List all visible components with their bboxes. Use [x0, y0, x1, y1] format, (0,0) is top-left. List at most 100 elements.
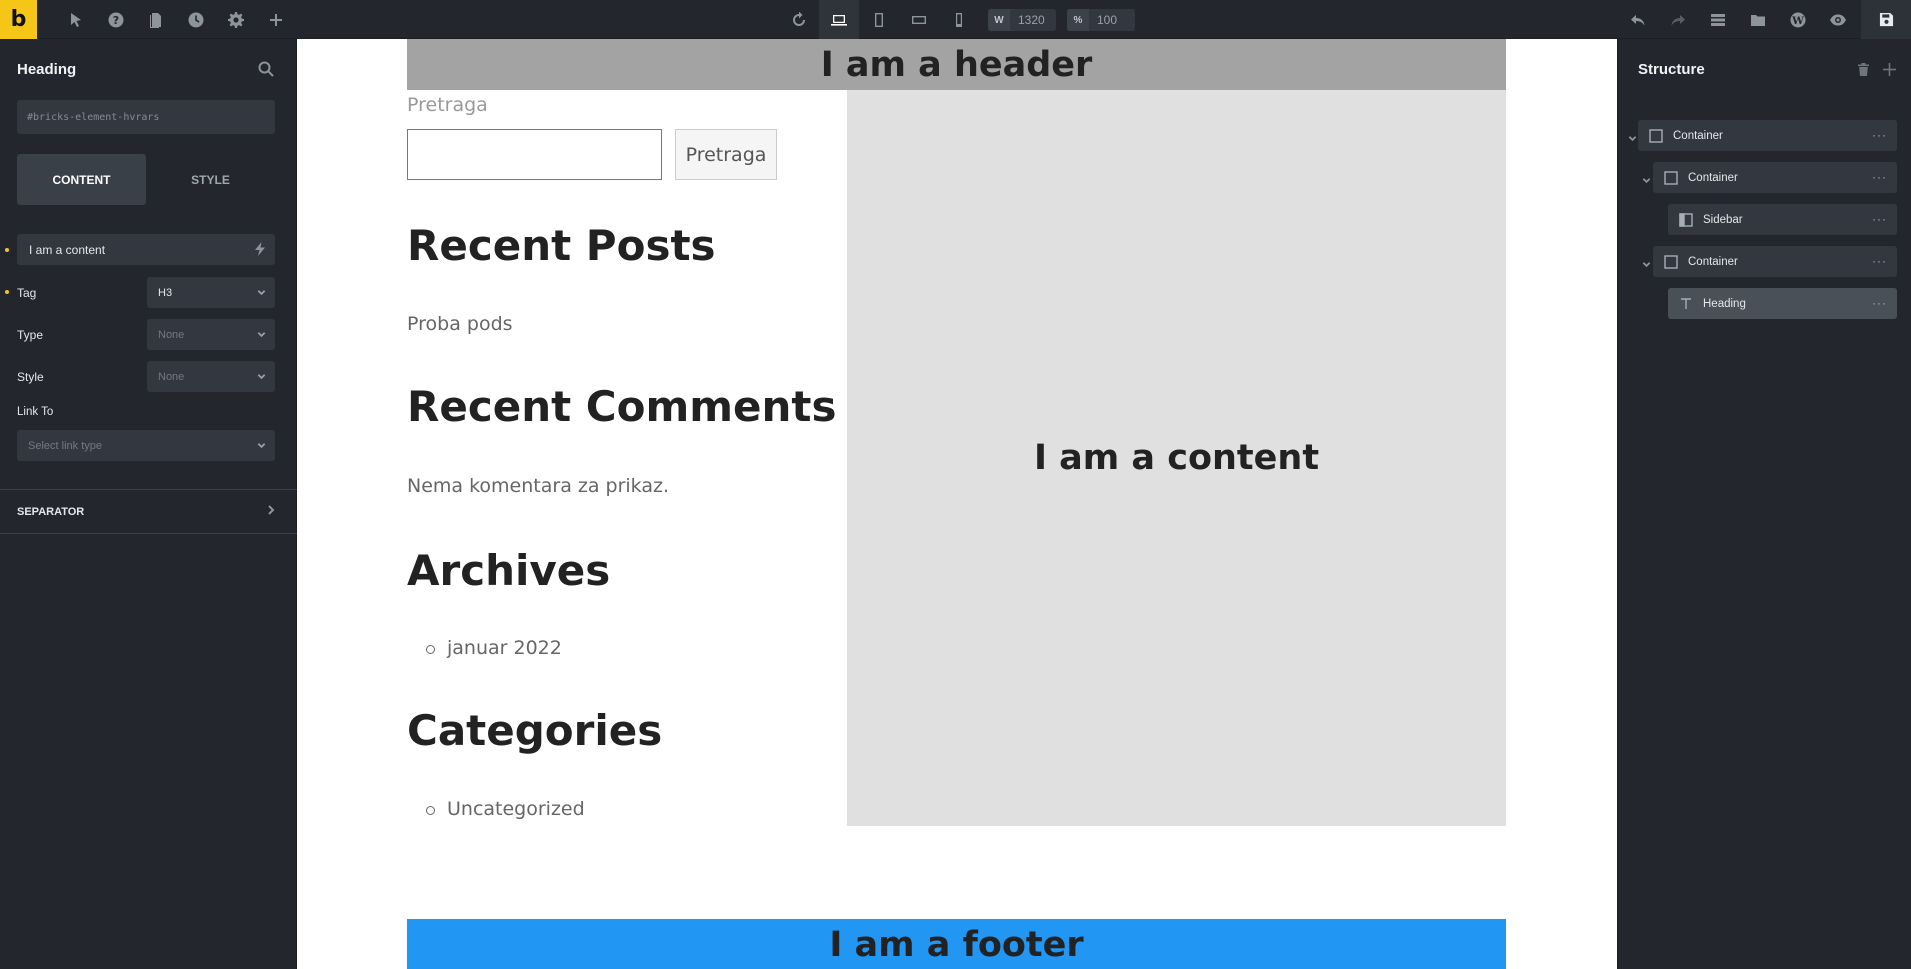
wordpress-icon[interactable]: W: [1778, 0, 1818, 39]
container-icon: [1664, 254, 1678, 269]
structure-node-heading[interactable]: Heading ···: [1668, 288, 1897, 319]
archive-link[interactable]: januar 2022: [447, 637, 562, 659]
element-id-field[interactable]: #bricks-element-hvrars: [17, 100, 275, 134]
list-bullet: [426, 806, 435, 815]
element-settings-panel: Heading #bricks-element-hvrars CONTENT S…: [0, 39, 297, 969]
type-select[interactable]: None: [147, 319, 275, 350]
page-footer[interactable]: I am a footer: [407, 919, 1506, 969]
link-to-label: Link To: [17, 406, 54, 418]
dynamic-data-icon[interactable]: [254, 242, 266, 259]
history-icon[interactable]: [176, 0, 216, 39]
undo-icon[interactable]: [1618, 0, 1658, 39]
tab-style[interactable]: STYLE: [146, 154, 275, 205]
save-icon: [1879, 12, 1893, 27]
recent-comments-text: Nema komentara za prikaz.: [407, 475, 670, 497]
structure-node-label: Container: [1688, 255, 1738, 268]
tab-content[interactable]: CONTENT: [17, 154, 146, 205]
canvas-zoom-field[interactable]: % 100: [1067, 9, 1135, 31]
settings-gear-icon[interactable]: [216, 0, 256, 39]
more-options-icon[interactable]: ···: [1872, 296, 1887, 310]
categories-title: Categories: [407, 706, 663, 755]
svg-text:W: W: [1791, 14, 1804, 26]
recent-posts-title: Recent Posts: [407, 221, 716, 270]
structure-node-label: Sidebar: [1703, 213, 1743, 226]
category-link[interactable]: Uncategorized: [447, 798, 585, 820]
content-heading[interactable]: I am a content: [847, 90, 1506, 826]
bricks-logo[interactable]: b: [0, 0, 37, 39]
top-toolbar: b ? W 1320 % 100 W: [0, 0, 1911, 39]
mobile-icon[interactable]: [939, 0, 979, 39]
search-icon[interactable]: [258, 61, 274, 82]
zoom-tag: %: [1067, 9, 1089, 31]
canvas-width-field[interactable]: W 1320: [988, 9, 1056, 31]
chevron-down-icon: [257, 330, 266, 342]
chevron-down-icon[interactable]: [1642, 256, 1651, 274]
preview-eye-icon[interactable]: [1818, 0, 1858, 39]
structure-node-container[interactable]: Container ···: [1638, 120, 1897, 151]
structure-panel: Structure Container ··· Container ··· Si…: [1617, 39, 1911, 969]
more-options-icon[interactable]: ···: [1872, 128, 1887, 142]
layers-icon[interactable]: [1698, 0, 1738, 39]
heading-icon: [1679, 297, 1693, 311]
zoom-value: 100: [1097, 13, 1118, 27]
heading-text-input[interactable]: I am a content: [17, 234, 275, 265]
folder-icon[interactable]: [1738, 0, 1778, 39]
chevron-down-icon: [257, 372, 266, 384]
page-header[interactable]: I am a header: [407, 39, 1506, 90]
more-options-icon[interactable]: ···: [1872, 170, 1887, 184]
panel-title: Heading: [17, 61, 77, 78]
more-options-icon[interactable]: ···: [1872, 212, 1887, 226]
structure-node-label: Heading: [1703, 297, 1746, 310]
trash-icon[interactable]: [1857, 63, 1870, 81]
list-bullet: [426, 645, 435, 654]
style-label: Style: [17, 370, 44, 384]
search-input[interactable]: [407, 129, 662, 180]
structure-title: Structure: [1638, 61, 1705, 78]
tag-select-value: H3: [158, 286, 173, 299]
chevron-down-icon[interactable]: [1628, 130, 1637, 148]
container-icon: [1664, 170, 1678, 185]
structure-node-sidebar[interactable]: Sidebar ···: [1668, 204, 1897, 235]
redo-icon[interactable]: [1658, 0, 1698, 39]
recent-post-link[interactable]: Proba pods: [407, 313, 513, 335]
link-type-select[interactable]: Select link type: [17, 430, 275, 461]
cursor-icon[interactable]: [56, 0, 96, 39]
search-button[interactable]: Pretraga: [675, 129, 777, 180]
help-icon[interactable]: ?: [96, 0, 136, 39]
add-element-icon[interactable]: [256, 0, 296, 39]
expand-collapse-icon[interactable]: [1883, 63, 1896, 81]
more-options-icon[interactable]: ···: [1872, 254, 1887, 268]
style-select-value: None: [158, 370, 185, 383]
modified-indicator: [5, 290, 9, 294]
separator-section-toggle[interactable]: SEPARATOR: [0, 489, 297, 534]
width-value: 1320: [1018, 13, 1045, 27]
structure-node-label: Container: [1673, 129, 1723, 142]
chevron-right-icon: [267, 505, 275, 518]
pages-icon[interactable]: [136, 0, 176, 39]
structure-node-container[interactable]: Container ···: [1653, 162, 1897, 193]
style-select[interactable]: None: [147, 361, 275, 392]
modified-indicator: [5, 248, 9, 252]
tablet-landscape-icon[interactable]: [899, 0, 939, 39]
sidebar-icon: [1679, 212, 1693, 227]
separator-section-label: SEPARATOR: [17, 505, 85, 518]
tag-label: Tag: [17, 286, 37, 300]
reload-icon[interactable]: [779, 0, 819, 39]
tag-select[interactable]: H3: [147, 277, 275, 308]
structure-node-container[interactable]: Container ···: [1653, 246, 1897, 277]
type-label: Type: [17, 328, 44, 342]
search-widget-label: Pretraga: [407, 94, 488, 116]
tablet-portrait-icon[interactable]: [859, 0, 899, 39]
desktop-breakpoint-icon[interactable]: [819, 0, 859, 39]
structure-node-label: Container: [1688, 171, 1738, 184]
heading-text-value: I am a content: [29, 242, 106, 257]
panel-tabs: CONTENT STYLE: [17, 154, 275, 205]
builder-canvas[interactable]: I am a header Pretraga Pretraga Recent P…: [297, 39, 1617, 969]
archives-title: Archives: [407, 546, 611, 595]
chevron-down-icon[interactable]: [1642, 172, 1651, 190]
recent-comments-title: Recent Comments: [407, 382, 837, 431]
link-type-placeholder: Select link type: [28, 439, 102, 452]
container-icon: [1649, 128, 1663, 143]
chevron-down-icon: [257, 288, 266, 300]
save-button[interactable]: [1861, 0, 1911, 39]
